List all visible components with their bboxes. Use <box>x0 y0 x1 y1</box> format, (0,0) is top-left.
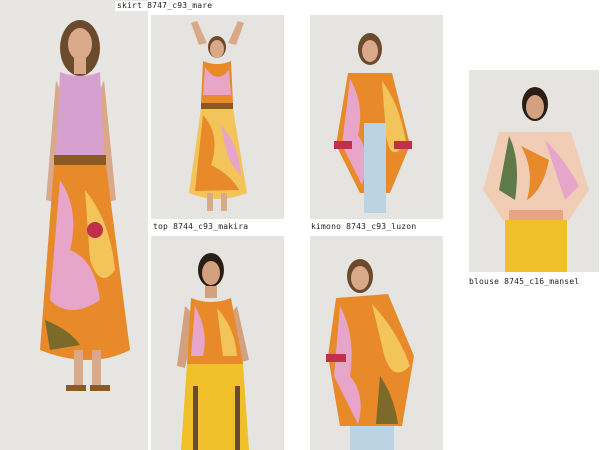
photo-skirt-full-look <box>0 0 148 450</box>
model-figure-top-arms <box>151 15 284 219</box>
model-figure-kimono-closeup <box>310 236 443 450</box>
caption-blouse: blouse 8745_c16_mansel <box>469 277 580 286</box>
photo-kimono-jeans <box>310 15 443 219</box>
model-figure-blouse <box>469 70 599 272</box>
model-figure-kimono <box>310 15 443 219</box>
caption-top: top 8744_c93_makira <box>153 222 249 231</box>
caption-kimono: kimono 8743_c93_luzon <box>311 222 417 231</box>
model-figure-skirt <box>0 0 148 450</box>
model-figure-top-seated <box>151 236 284 450</box>
photo-kimono-closeup <box>310 236 443 450</box>
caption-skirt: skirt 8747_c93_mare <box>115 1 215 11</box>
photo-top-raised-arms <box>151 15 284 219</box>
photo-blouse-yellow-pants <box>469 70 599 272</box>
photo-top-yellow-pants <box>151 236 284 450</box>
